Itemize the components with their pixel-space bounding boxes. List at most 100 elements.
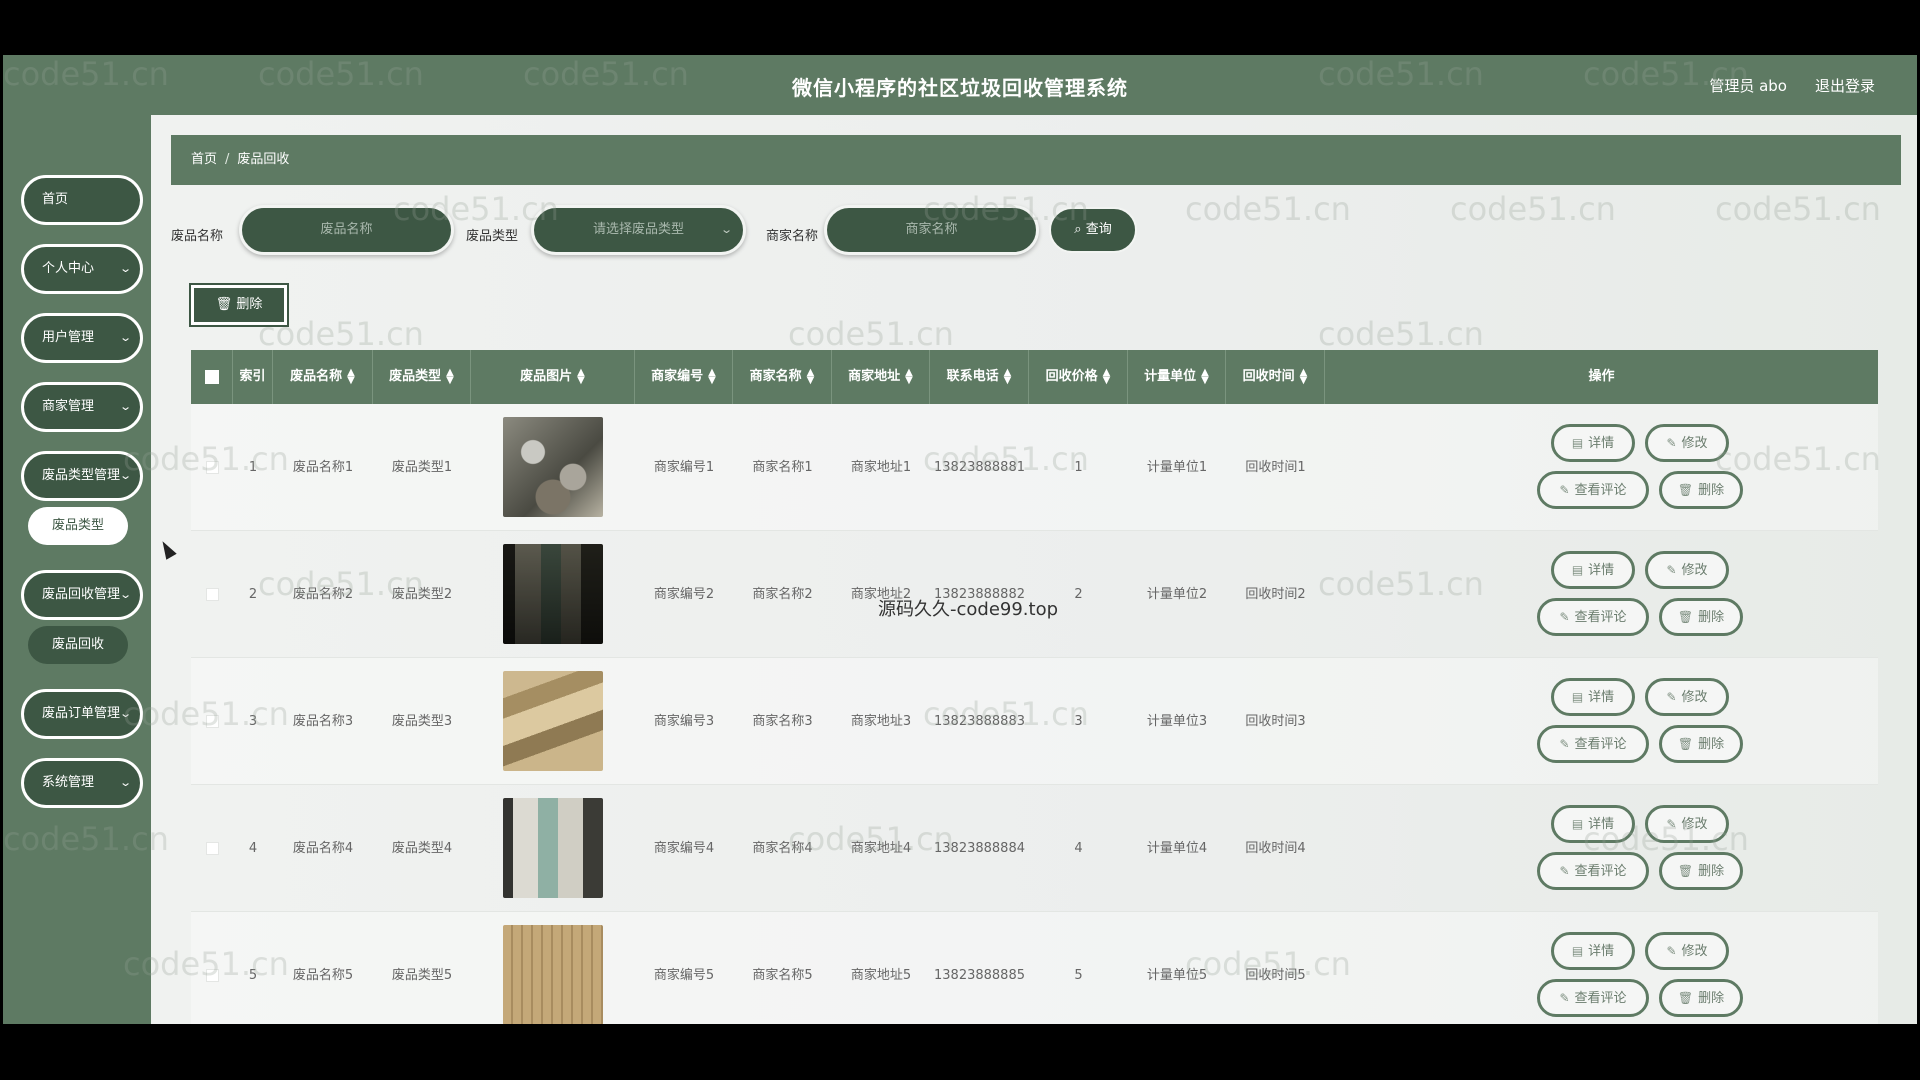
row-select[interactable] [191,912,233,1024]
logout-link[interactable]: 退出登录 [1815,75,1875,96]
delete-button[interactable]: 🗑 删除 [1659,598,1743,636]
col-index: 索引 [233,350,273,404]
detail-button[interactable]: ▤ 详情 [1551,932,1635,970]
waste-image[interactable] [503,925,603,1024]
sidebar-item-home[interactable]: 首页 [21,175,143,225]
view-comments-button[interactable]: ✎ 查看评论 [1537,725,1649,763]
edit-button[interactable]: ✎ 修改 [1645,805,1729,843]
row-checkbox[interactable] [205,969,219,982]
col-unit[interactable]: 计量单位 ▲ ▼ [1128,350,1226,404]
button-label: 修改 [1681,563,1708,578]
delete-button[interactable]: 🗑 删除 [1659,471,1743,509]
delete-button[interactable]: 🗑 删除 [1659,852,1743,890]
col-phone[interactable]: 联系电话 ▲ ▼ [930,350,1029,404]
trash-icon: 🗑 [215,297,237,312]
sort-icon[interactable]: ▲ ▼ [1300,367,1308,385]
current-user: 管理员 abo [1709,77,1787,95]
sidebar-item-merchants[interactable]: 商家管理 ⌄ [21,382,143,432]
row-checkbox[interactable] [205,842,219,855]
sidebar-item-users[interactable]: 用户管理 ⌄ [21,313,143,363]
row-select[interactable] [191,531,233,658]
sidebar-subitem-recycle[interactable]: 废品回收 [28,626,128,664]
sidebar-item-label: 首页 [42,192,69,207]
edit-button[interactable]: ✎ 修改 [1645,424,1729,462]
sort-icon[interactable]: ▲ ▼ [905,367,913,385]
sidebar-item-profile[interactable]: 个人中心 ⌄ [21,244,143,294]
sidebar-item-recycle-mgmt[interactable]: 废品回收管理 ⌄ [21,570,143,620]
waste-image[interactable] [503,798,603,898]
batch-delete-button[interactable]: 🗑 删除 [189,283,289,327]
row-actions: ▤ 详情 ✎ 修改 ✎ 查看评论 🗑 删除 [1325,404,1878,531]
col-type[interactable]: 废品类型 ▲ ▼ [373,350,471,404]
sort-icon[interactable]: ▲ ▼ [446,367,454,385]
breadcrumb-home[interactable]: 首页 [191,152,217,167]
main-content: 首页 / 废品回收 废品名称 废品名称 废品类型 请选择废品类型 ⌄ 商家名称 商家名… [151,115,1917,1024]
sidebar-item-waste-type-mgmt[interactable]: 废品类型管理 ⌄ [21,451,143,501]
cell-type: 废品类型1 [391,460,453,475]
waste-image[interactable] [503,417,603,517]
edit-icon: ✎ [1559,483,1570,497]
sort-icon[interactable]: ▲ ▼ [1201,367,1209,385]
row-select[interactable] [191,404,233,531]
waste-name-input[interactable]: 废品名称 [239,205,454,255]
sort-icon[interactable]: ▲ ▼ [1103,367,1111,385]
chevron-down-icon: ⌄ [118,588,132,601]
button-label: 查看评论 [1574,991,1627,1006]
col-time[interactable]: 回收时间 ▲ ▼ [1226,350,1325,404]
select-all-checkbox[interactable] [204,369,219,384]
button-label: 详情 [1588,944,1615,959]
merchant-name-input[interactable]: 商家名称 [824,205,1039,255]
sidebar-subitem-waste-type[interactable]: 废品类型 [28,507,128,545]
cell-type: 废品类型5 [391,968,453,983]
waste-image[interactable] [503,671,603,771]
edit-icon: ✎ [1559,737,1570,751]
view-comments-button[interactable]: ✎ 查看评论 [1537,471,1649,509]
row-checkbox[interactable] [205,715,219,728]
select-all-cell[interactable] [191,350,233,404]
sort-icon[interactable]: ▲ ▼ [1004,367,1012,385]
cell-name: 废品名称5 [292,968,354,983]
col-name[interactable]: 废品名称 ▲ ▼ [273,350,373,404]
col-address[interactable]: 商家地址 ▲ ▼ [832,350,930,404]
sidebar-item-system[interactable]: 系统管理 ⌄ [21,758,143,808]
sort-icon[interactable]: ▲ ▼ [577,367,585,385]
button-label: 删除 [1698,737,1725,752]
waste-type-select[interactable]: 请选择废品类型 ⌄ [531,205,746,255]
sidebar-item-label: 个人中心 [42,261,95,276]
button-label: 删除 [1698,610,1725,625]
col-label: 废品图片 [520,369,573,384]
row-select[interactable] [191,658,233,785]
button-label: 详情 [1588,817,1615,832]
delete-button[interactable]: 🗑 删除 [1659,979,1743,1017]
view-comments-button[interactable]: ✎ 查看评论 [1537,598,1649,636]
row-checkbox[interactable] [205,461,219,474]
detail-button[interactable]: ▤ 详情 [1551,424,1635,462]
row-select[interactable] [191,785,233,912]
col-label: 联系电话 [946,369,999,384]
edit-button[interactable]: ✎ 修改 [1645,678,1729,716]
sidebar-item-order-mgmt[interactable]: 废品订单管理 ⌄ [21,689,143,739]
sort-icon[interactable]: ▲ ▼ [807,367,815,385]
chevron-down-icon: ⌄ [719,223,733,236]
cell-unit: 计量单位1 [1146,460,1208,475]
waste-image[interactable] [503,544,603,644]
button-label: 修改 [1681,436,1708,451]
sort-icon[interactable]: ▲ ▼ [708,367,716,385]
col-merchant[interactable]: 商家名称 ▲ ▼ [733,350,832,404]
search-button[interactable]: ⌕ 查询 [1049,207,1137,253]
detail-button[interactable]: ▤ 详情 [1551,678,1635,716]
row-actions: ▤ 详情 ✎ 修改 ✎ 查看评论 🗑 删除 [1325,658,1878,785]
row-checkbox[interactable] [205,588,219,601]
col-merchant-no[interactable]: 商家编号 ▲ ▼ [635,350,733,404]
view-comments-button[interactable]: ✎ 查看评论 [1537,979,1649,1017]
col-price[interactable]: 回收价格 ▲ ▼ [1029,350,1128,404]
button-label: 删除 [1698,991,1725,1006]
sort-icon[interactable]: ▲ ▼ [347,367,355,385]
view-comments-button[interactable]: ✎ 查看评论 [1537,852,1649,890]
detail-button[interactable]: ▤ 详情 [1551,551,1635,589]
edit-button[interactable]: ✎ 修改 [1645,551,1729,589]
delete-button[interactable]: 🗑 删除 [1659,725,1743,763]
detail-button[interactable]: ▤ 详情 [1551,805,1635,843]
edit-button[interactable]: ✎ 修改 [1645,932,1729,970]
col-image[interactable]: 废品图片 ▲ ▼ [471,350,635,404]
